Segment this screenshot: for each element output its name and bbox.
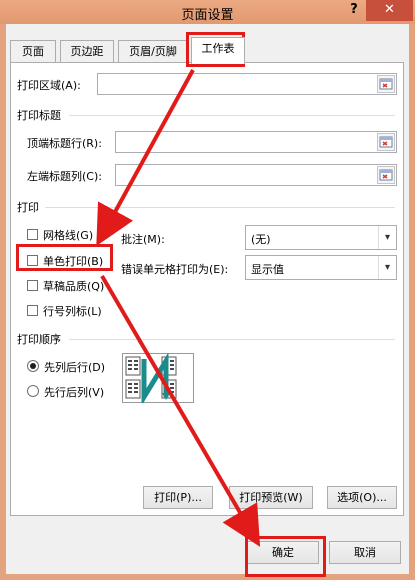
arrow-to-black-and-white	[96, 69, 195, 247]
annotation-overlay	[16, 32, 326, 577]
ok-button-highlight	[245, 536, 326, 577]
arrow-to-ok-button	[100, 274, 261, 547]
tab-sheet[interactable]: 工作表	[191, 37, 245, 64]
black-and-white-highlight	[16, 244, 113, 271]
